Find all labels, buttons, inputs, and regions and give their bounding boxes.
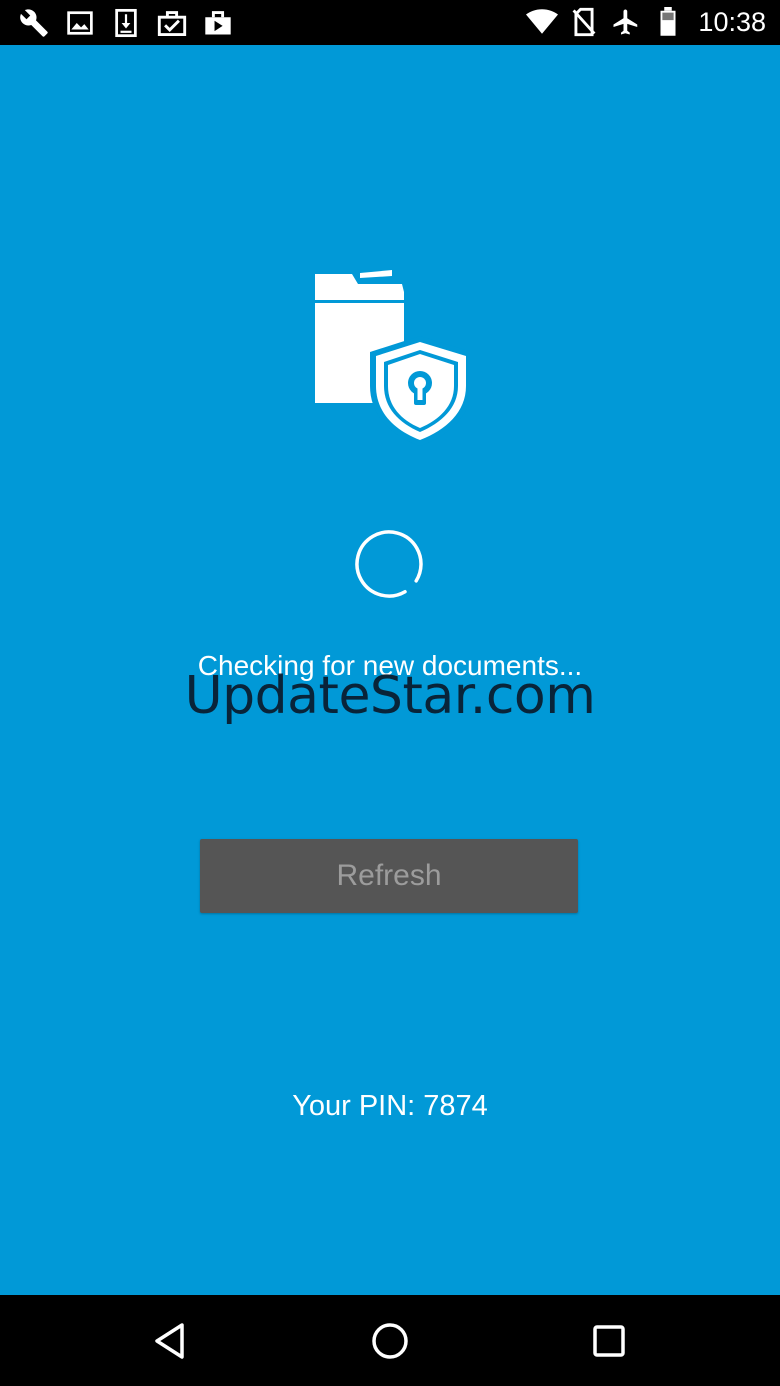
recents-icon[interactable] [585,1317,633,1365]
watermark: UpdateStar.com [184,666,596,726]
clock: 10:38 [698,6,766,37]
screen: 10:38 Checking for new documents... Upda… [0,0,780,1386]
document-shield-lock-icon [310,268,472,448]
pin-display: Your PIN: 7874 [0,1090,780,1123]
navigation-bar [0,1295,780,1386]
wifi-icon [526,6,559,38]
airplane-icon [610,6,642,38]
back-icon[interactable] [146,1317,194,1365]
wrench-icon [18,7,50,39]
loading-spinner-icon [353,528,425,600]
status-bar: 10:38 [0,0,780,45]
system-status-icons: 10:38 [526,6,766,38]
refresh-button[interactable]: Refresh [200,839,578,913]
pin-label: Your PIN: [292,1090,424,1122]
download-icon [110,7,142,39]
briefcase-check-icon [156,7,188,39]
notification-icons [18,7,234,39]
briefcase-play-icon [202,7,234,39]
home-icon[interactable] [366,1317,414,1365]
pin-value: 7874 [423,1090,488,1122]
image-icon [64,7,96,39]
battery-icon [652,6,684,38]
no-sim-icon [568,6,600,38]
